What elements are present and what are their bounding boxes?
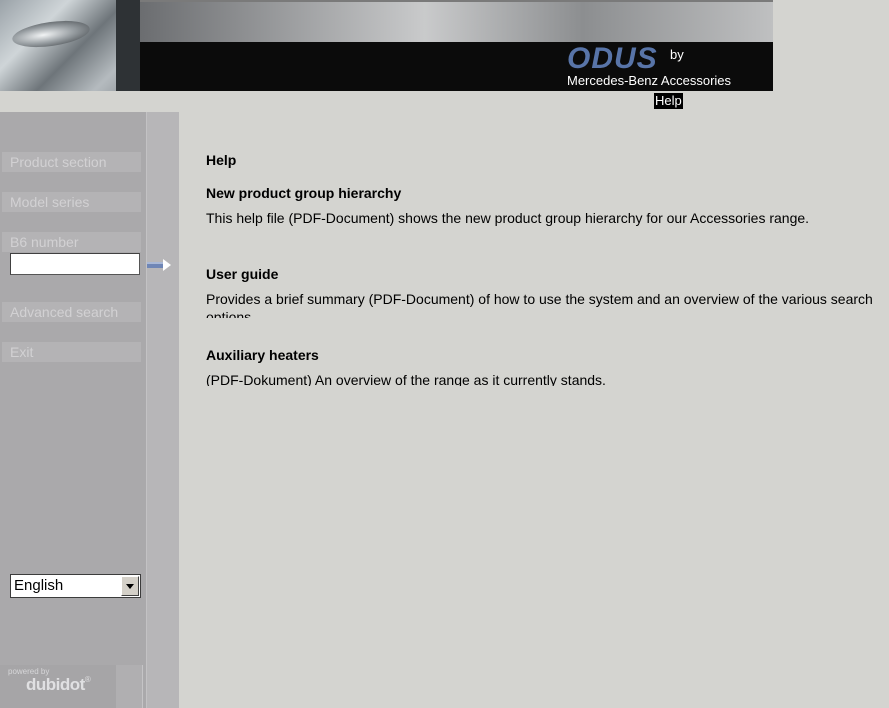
help-section-heading[interactable]: New product group hierarchy (206, 185, 876, 201)
language-select[interactable]: English (10, 574, 141, 598)
go-arrow-icon[interactable] (147, 259, 171, 271)
help-section: User guide Provides a brief summary (PDF… (206, 266, 876, 318)
chevron-down-icon[interactable] (121, 576, 139, 596)
header-image-strip (116, 0, 140, 91)
help-section-heading[interactable]: User guide (206, 266, 876, 282)
top-nav-strip (0, 91, 889, 112)
headlamp-graphic (10, 16, 92, 52)
sidebar-item-product-section[interactable]: Product section (2, 152, 141, 172)
help-link[interactable]: Help (654, 93, 683, 109)
sidebar: Product section Model series B6 number A… (0, 112, 179, 708)
help-section: New product group hierarchy This help fi… (206, 185, 876, 227)
help-section-text: (PDF-Dokument) An overview of the range … (206, 372, 606, 386)
brand-logo: ODUS by Mercedes-Benz Accessories (567, 44, 767, 90)
brand-name: ODUS (567, 42, 658, 75)
help-section: Auxiliary heaters (PDF-Dokument) An over… (206, 347, 876, 386)
help-section-text: This help file (PDF-Document) shows the … (206, 210, 810, 226)
header-banner: ODUS by Mercedes-Benz Accessories (0, 0, 773, 91)
header-car-image (0, 0, 140, 91)
help-section-text: Provides a brief summary (PDF-Document) … (206, 291, 873, 318)
page-title: Help (206, 152, 237, 168)
b6-number-input[interactable] (10, 253, 140, 275)
sidebar-rail (146, 112, 179, 708)
header-metal-band (140, 2, 773, 42)
language-select-value: English (14, 577, 64, 594)
powered-by-logo: powered by dubidot® (0, 665, 116, 708)
powered-by-brand: dubidot® (26, 675, 91, 694)
sidebar-footer-bar (116, 665, 143, 708)
sidebar-item-advanced-search[interactable]: Advanced search (2, 302, 141, 322)
brand-by: by (670, 47, 684, 62)
b6-number-label: B6 number (2, 232, 141, 252)
brand-subtitle: Mercedes-Benz Accessories (567, 73, 732, 88)
sidebar-item-exit[interactable]: Exit (2, 342, 141, 362)
sidebar-item-model-series[interactable]: Model series (2, 192, 141, 212)
help-section-heading[interactable]: Auxiliary heaters (206, 347, 876, 363)
